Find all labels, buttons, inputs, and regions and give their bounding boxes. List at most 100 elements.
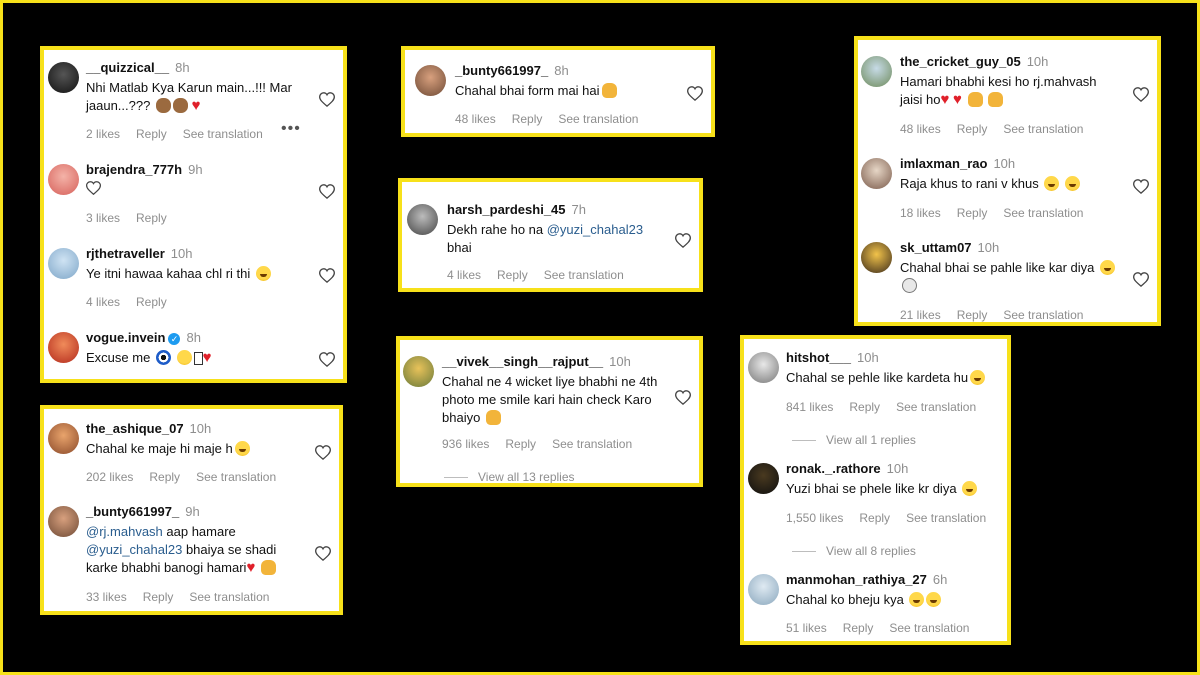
red-heart-emoji-icon: ♥ xyxy=(940,91,950,108)
comment-text: Chahal ne 4 wicket liye bhabhi ne 4th ph… xyxy=(442,374,658,425)
likes-count[interactable]: 21 likes xyxy=(900,308,941,322)
comment-username[interactable]: _bunty661997_ 9h xyxy=(86,504,200,519)
reply-link[interactable]: Reply xyxy=(859,511,890,525)
heart-outline-icon[interactable] xyxy=(319,352,335,367)
avatar[interactable] xyxy=(48,62,79,93)
comment-text: Chahal bhai form mai hai xyxy=(455,82,673,100)
see-translation-link[interactable]: See translation xyxy=(183,127,263,141)
see-translation-link[interactable]: See translation xyxy=(552,437,632,451)
heart-outline-icon[interactable] xyxy=(315,445,331,460)
avatar[interactable] xyxy=(403,356,434,387)
comment-username[interactable]: the_cricket_guy_05 10h xyxy=(900,54,1048,69)
see-translation-link[interactable]: See translation xyxy=(1003,122,1083,136)
see-translation-link[interactable]: See translation xyxy=(896,400,976,414)
reply-link[interactable]: Reply xyxy=(849,400,880,414)
likes-count[interactable]: 33 likes xyxy=(86,590,127,604)
comment-card-1: __quizzical__ 8h Nhi Matlab Kya Karun mai… xyxy=(40,46,347,383)
comment-username[interactable]: __quizzical__ 8h xyxy=(86,60,190,75)
likes-count[interactable]: 841 likes xyxy=(786,400,833,414)
likes-count[interactable]: 48 likes xyxy=(455,112,496,126)
comment-username[interactable]: rjthetraveller 10h xyxy=(86,246,192,261)
comment-meta: 4 likes Reply xyxy=(86,295,183,309)
avatar[interactable] xyxy=(48,423,79,454)
more-dots-icon[interactable]: ••• xyxy=(281,120,301,138)
view-replies-link[interactable]: View all 13 replies xyxy=(444,470,575,483)
mention-link[interactable]: @yuzi_chahal23 xyxy=(547,222,643,237)
likes-count[interactable]: 48 likes xyxy=(900,122,941,136)
heart-outline-icon[interactable] xyxy=(319,268,335,283)
comment-username[interactable]: manmohan_rathiya_27 6h xyxy=(786,572,947,587)
comment-text: Nhi Matlab Kya Karun main...!!! Mar jaau… xyxy=(86,80,292,114)
comment-username[interactable]: ronak._.rathore 10h xyxy=(786,461,908,476)
heart-outline-icon[interactable] xyxy=(675,233,691,248)
avatar[interactable] xyxy=(48,164,79,195)
reply-link[interactable]: Reply xyxy=(136,127,167,141)
heart-outline-icon[interactable] xyxy=(675,390,691,405)
likes-count[interactable]: 4 likes xyxy=(86,295,120,309)
heart-outline-icon[interactable] xyxy=(319,92,335,107)
comment-username[interactable]: sk_uttam07 10h xyxy=(900,240,999,255)
reply-link[interactable]: Reply xyxy=(512,112,543,126)
laughing-emoji-icon xyxy=(1064,176,1080,191)
likes-count[interactable]: 2 likes xyxy=(86,127,120,141)
reply-link[interactable]: Reply xyxy=(843,621,874,635)
see-translation-link[interactable]: See translation xyxy=(1003,308,1083,322)
likes-count[interactable]: 1,550 likes xyxy=(786,511,843,525)
avatar[interactable] xyxy=(748,574,779,605)
reply-link[interactable]: Reply xyxy=(505,437,536,451)
mention-link[interactable]: @rj.mahvash xyxy=(86,524,163,539)
view-replies-link[interactable]: View all 8 replies xyxy=(792,544,916,558)
see-translation-link[interactable]: See translation xyxy=(558,112,638,126)
laughing-emoji-icon xyxy=(1100,260,1116,275)
see-translation-link[interactable]: See translation xyxy=(189,590,269,604)
avatar[interactable] xyxy=(861,56,892,87)
mention-link[interactable]: @yuzi_chahal23 xyxy=(86,542,182,557)
avatar[interactable] xyxy=(748,463,779,494)
reply-link[interactable]: Reply xyxy=(497,268,528,282)
see-translation-link[interactable]: See translation xyxy=(889,621,969,635)
view-replies-link[interactable]: View all 1 replies xyxy=(792,433,916,447)
avatar[interactable] xyxy=(861,242,892,273)
likes-count[interactable]: 936 likes xyxy=(442,437,489,451)
avatar[interactable] xyxy=(861,158,892,189)
comment-username[interactable]: hitshot___ 10h xyxy=(786,350,879,365)
see-translation-link[interactable]: See translation xyxy=(544,268,624,282)
comment-username[interactable]: harsh_pardeshi_45 7h xyxy=(447,202,586,217)
avatar[interactable] xyxy=(48,332,79,363)
reply-link[interactable]: Reply xyxy=(957,206,988,220)
avatar[interactable] xyxy=(407,204,438,235)
avatar[interactable] xyxy=(748,352,779,383)
heart-outline-icon[interactable] xyxy=(319,184,335,199)
reply-link[interactable]: Reply xyxy=(143,590,174,604)
see-translation-link[interactable]: See translation xyxy=(906,511,986,525)
comment-username[interactable]: imlaxman_rao 10h xyxy=(900,156,1015,171)
likes-count[interactable]: 4 likes xyxy=(447,268,481,282)
reply-link[interactable]: Reply xyxy=(136,295,167,309)
likes-count[interactable]: 51 likes xyxy=(786,621,827,635)
avatar[interactable] xyxy=(415,65,446,96)
reply-link[interactable]: Reply xyxy=(957,308,988,322)
comment-meta: 936 likes Reply See translation xyxy=(442,437,648,451)
heart-outline-icon[interactable] xyxy=(1133,87,1149,102)
smiling-face-emoji-icon xyxy=(176,350,192,365)
heart-outline-icon[interactable] xyxy=(687,86,703,101)
reply-link[interactable]: Reply xyxy=(149,470,180,484)
avatar[interactable] xyxy=(48,506,79,537)
heart-outline-icon[interactable] xyxy=(1133,272,1149,287)
heart-outline-icon[interactable] xyxy=(1133,179,1149,194)
comment-username[interactable]: the_ashique_07 10h xyxy=(86,421,211,436)
avatar[interactable] xyxy=(48,248,79,279)
see-translation-link[interactable]: See translation xyxy=(196,470,276,484)
likes-count[interactable]: 3 likes xyxy=(86,211,120,225)
reply-link[interactable]: Reply xyxy=(136,211,167,225)
comment-username[interactable]: __vivek__singh__rajput__ 10h xyxy=(442,354,631,369)
heart-outline-icon[interactable] xyxy=(315,546,331,561)
reply-link[interactable]: Reply xyxy=(957,122,988,136)
comment-username[interactable]: brajendra_777h 9h xyxy=(86,162,203,177)
likes-count[interactable]: 18 likes xyxy=(900,206,941,220)
comment-username[interactable]: vogue.invein ✓ 8h xyxy=(86,330,201,345)
likes-count[interactable]: 202 likes xyxy=(86,470,133,484)
comment-username[interactable]: _bunty661997_ 8h xyxy=(455,63,569,78)
see-translation-link[interactable]: See translation xyxy=(1003,206,1083,220)
verified-badge-icon: ✓ xyxy=(168,333,181,345)
